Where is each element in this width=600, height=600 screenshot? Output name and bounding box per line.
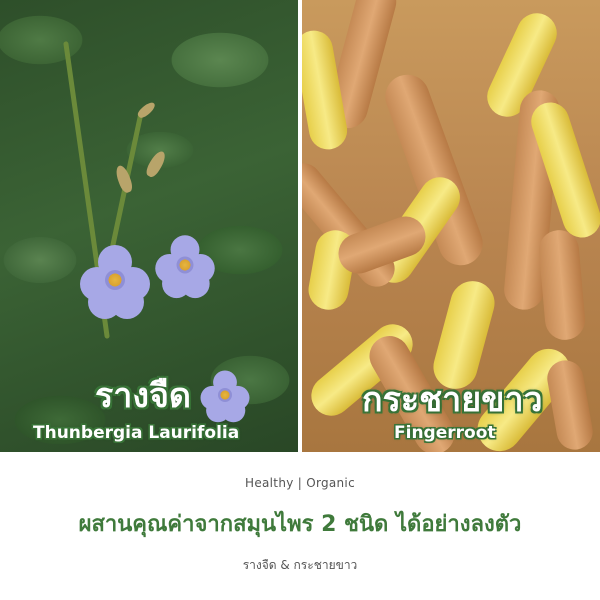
fingerroot-piece [544,357,596,452]
right-english-caption: Fingerroot [394,423,496,443]
flower-bud [135,100,158,120]
photo-collage: รางจืด Thunbergia Laurifolia กระชายขาว F… [0,0,600,452]
left-thai-caption: รางจืด [95,376,191,416]
headline: ผสานคุณค่าจากสมุนไพร 2 ชนิด ได้อย่างลงตั… [78,512,522,537]
subline: รางจืด & กระชายขาว [242,558,358,572]
flower [80,245,150,319]
right-thai-caption: กระชายขาว [362,380,543,420]
thunbergia-photo: รางจืด Thunbergia Laurifolia [0,0,298,452]
flower [200,370,250,423]
left-english-caption: Thunbergia Laurifolia [33,423,240,443]
footer-section: Healthy | Organic ผสานคุณค่าจากสมุนไพร 2… [0,452,600,600]
flower-bud [143,148,169,180]
flower [155,235,215,299]
fingerroot-photo: กระชายขาว Fingerroot [302,0,600,452]
tagline: Healthy | Organic [245,476,355,490]
fingerroot-piece [537,228,587,342]
